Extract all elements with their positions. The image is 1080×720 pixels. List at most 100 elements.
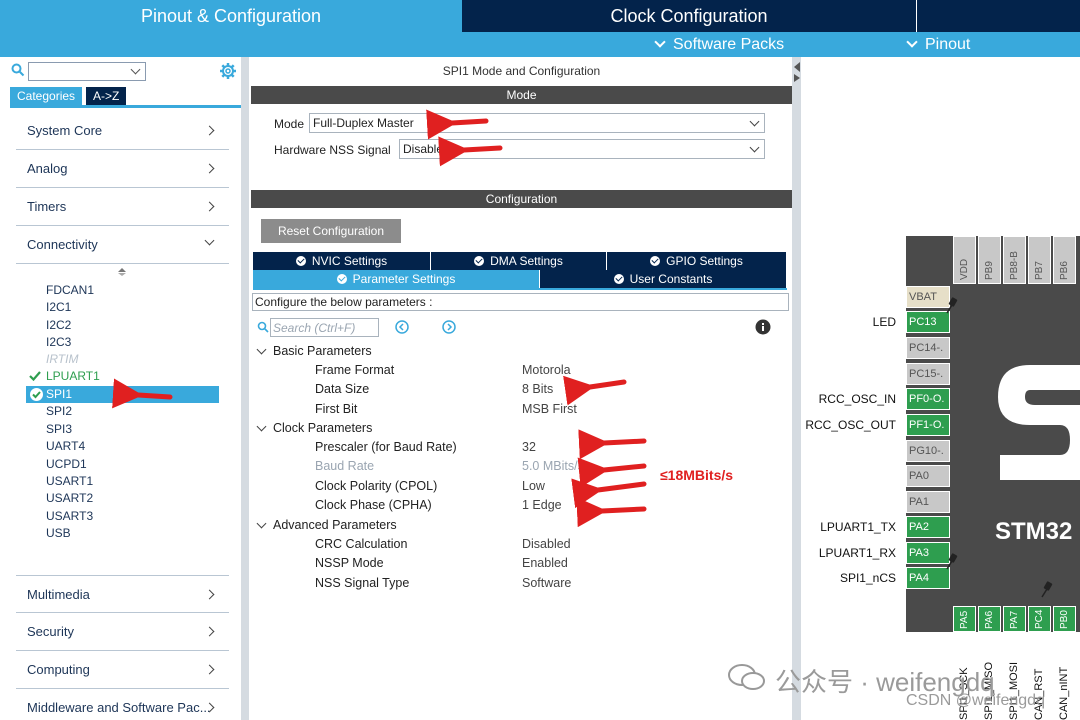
search-icon	[257, 321, 269, 333]
peripheral-irtim[interactable]: IRTIM	[46, 351, 78, 368]
signal-label: CAN_nINT	[1058, 666, 1070, 720]
pin-pb7[interactable]: PB7	[1028, 236, 1051, 284]
pin-pc15[interactable]: PC15-.	[906, 363, 950, 385]
peripheral-ucpd1[interactable]: UCPD1	[46, 456, 87, 473]
tab-underline	[10, 105, 241, 108]
tab-parameter-settings[interactable]: Parameter Settings	[253, 270, 540, 288]
peripheral-i2c1[interactable]: I2C1	[46, 299, 71, 316]
software-packs-menu[interactable]: Software Packs	[654, 32, 785, 57]
check-circle-icon	[650, 256, 661, 266]
tab-a-to-z[interactable]: A->Z	[86, 87, 127, 105]
pin-pb6[interactable]: PB6	[1053, 236, 1076, 284]
tab-gpio-settings[interactable]: GPIO Settings	[607, 252, 787, 270]
category-security[interactable]: Security	[16, 613, 229, 651]
pin-pg10[interactable]: PG10-.	[906, 440, 950, 462]
param-value[interactable]: 8 Bits	[522, 382, 553, 396]
pinout-menu[interactable]: Pinout	[906, 32, 970, 57]
pin-pa0[interactable]: PA0	[906, 465, 950, 487]
param-value[interactable]: MSB First	[522, 402, 577, 416]
chevron-down-icon[interactable]	[130, 64, 141, 75]
category-timers[interactable]: Timers	[16, 188, 229, 226]
tab-more[interactable]	[918, 0, 1080, 32]
check-circle-icon	[295, 256, 306, 266]
tab-user-constants[interactable]: User Constants	[540, 270, 787, 288]
pin-pa6[interactable]: PA6	[978, 606, 1001, 632]
param-value[interactable]: Disabled	[522, 537, 571, 551]
info-icon[interactable]	[755, 319, 771, 335]
parameter-search-input[interactable]: Search (Ctrl+F)	[270, 318, 379, 337]
software-packs-label: Software Packs	[673, 35, 785, 53]
mode-select[interactable]: Full-Duplex Master	[309, 113, 765, 133]
category-search-input[interactable]	[28, 62, 146, 81]
nss-label: Hardware NSS Signal	[274, 143, 391, 157]
peripheral-lpuart1[interactable]: LPUART1	[46, 368, 100, 385]
pin-vbat[interactable]: VBAT	[906, 286, 950, 308]
pin-lock-icon	[1041, 581, 1053, 598]
pin-pc14[interactable]: PC14-.	[906, 337, 950, 359]
chevron-right-icon	[204, 125, 215, 136]
tab-clock-configuration[interactable]: Clock Configuration	[462, 0, 917, 32]
group-clock-parameters[interactable]: Clock Parameters	[256, 420, 372, 436]
next-icon[interactable]	[442, 320, 456, 334]
category-view-tabs: Categories A->Z	[10, 87, 127, 105]
pin-pa7[interactable]: PA7	[1003, 606, 1026, 632]
peripheral-usb[interactable]: USB	[46, 525, 71, 542]
peripheral-i2c3[interactable]: I2C3	[46, 334, 71, 351]
param-value[interactable]: Low	[522, 479, 545, 493]
pin-pa5[interactable]: PA5	[953, 606, 976, 632]
tab-pinout-configuration[interactable]: Pinout & Configuration	[0, 0, 462, 32]
chip-name: STM32	[995, 518, 1073, 545]
peripheral-spi3[interactable]: SPI3	[46, 421, 72, 438]
pin-pf1[interactable]: PF1-O.	[906, 414, 950, 436]
peripheral-i2c2[interactable]: I2C2	[46, 317, 71, 334]
pin-pc13[interactable]: PC13	[906, 311, 950, 333]
gear-icon[interactable]	[219, 62, 237, 80]
panel-splitter[interactable]	[241, 57, 249, 720]
panel-splitter[interactable]	[792, 57, 801, 720]
peripheral-fdcan1[interactable]: FDCAN1	[46, 282, 94, 299]
category-analog[interactable]: Analog	[16, 150, 229, 188]
peripheral-uart4[interactable]: UART4	[46, 438, 85, 455]
pin-pb9[interactable]: PB9	[978, 236, 1001, 284]
peripheral-usart2[interactable]: USART2	[46, 490, 93, 507]
param-value[interactable]: Software	[522, 576, 571, 590]
param-value[interactable]: 1 Edge	[522, 498, 562, 512]
group-basic-parameters[interactable]: Basic Parameters	[256, 343, 372, 359]
pin-pf0[interactable]: PF0-O.	[906, 388, 950, 410]
category-system-core[interactable]: System Core	[16, 112, 229, 150]
peripheral-usart1[interactable]: USART1	[46, 473, 93, 490]
category-computing[interactable]: Computing	[16, 651, 229, 689]
pin-pb8[interactable]: PB8-B	[1003, 236, 1026, 284]
pin-pa4[interactable]: PA4	[906, 567, 950, 589]
group-advanced-parameters[interactable]: Advanced Parameters	[256, 517, 397, 533]
collapse-arrow-icon[interactable]	[792, 60, 801, 84]
tab-nvic-settings[interactable]: NVIC Settings	[253, 252, 431, 270]
check-icon	[29, 371, 41, 381]
pin-pa2[interactable]: PA2	[906, 516, 950, 538]
previous-icon[interactable]	[395, 320, 409, 334]
pin-vdd[interactable]: VDD	[953, 236, 976, 284]
param-name: Prescaler (for Baud Rate)	[315, 440, 457, 454]
category-connectivity[interactable]: Connectivity	[16, 226, 229, 264]
pin-pb0[interactable]: PB0	[1053, 606, 1076, 632]
nss-select[interactable]: Disable	[399, 139, 765, 159]
tab-dma-settings[interactable]: DMA Settings	[431, 252, 607, 270]
peripheral-usart3[interactable]: USART3	[46, 508, 93, 525]
category-middleware[interactable]: Middleware and Software Pac...	[16, 689, 229, 720]
mode-section-header: Mode	[251, 86, 792, 104]
search-icon[interactable]	[11, 63, 25, 77]
sort-icon[interactable]	[117, 267, 127, 277]
pin-pc4[interactable]: PC4	[1028, 606, 1051, 632]
param-value[interactable]: 32	[522, 440, 536, 454]
peripheral-spi1[interactable]: SPI1	[46, 386, 72, 403]
param-value[interactable]: Enabled	[522, 556, 568, 570]
peripheral-spi2[interactable]: SPI2	[46, 403, 72, 420]
group-label: Basic Parameters	[273, 344, 372, 358]
param-value[interactable]: Motorola	[522, 363, 571, 377]
reset-configuration-button[interactable]: Reset Configuration	[261, 219, 401, 243]
category-multimedia[interactable]: Multimedia	[16, 575, 229, 613]
tab-categories[interactable]: Categories	[10, 87, 83, 105]
tab-label: DMA Settings	[490, 254, 563, 268]
pin-pa3[interactable]: PA3	[906, 542, 950, 564]
pin-pa1[interactable]: PA1	[906, 491, 950, 513]
